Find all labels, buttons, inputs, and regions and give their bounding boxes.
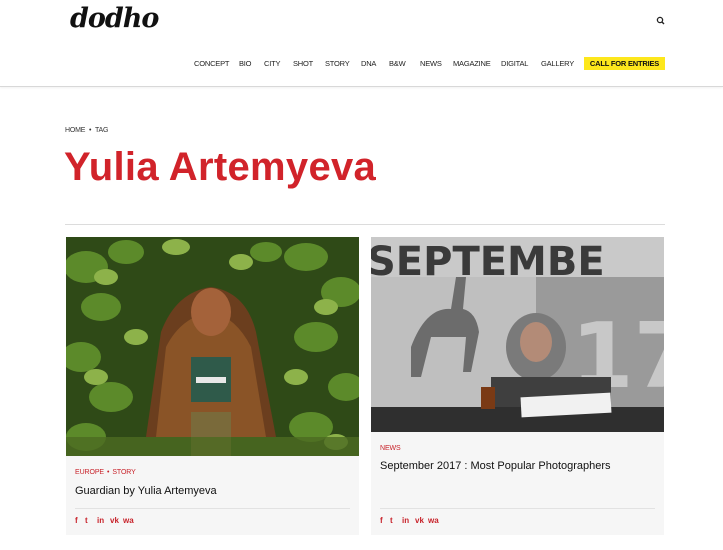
site-header: dodho CONCEPT BIO CITY SHOT STORY DNA B&… bbox=[0, 0, 723, 87]
nav-item-news[interactable]: NEWS bbox=[420, 58, 442, 70]
linkedin-icon[interactable]: in bbox=[402, 516, 409, 526]
post-title[interactable]: Guardian by Yulia Artemyeva bbox=[75, 485, 217, 497]
page-title: Yulia Artemyeva bbox=[64, 145, 377, 189]
nav-item-magazine[interactable]: MAGAZINE bbox=[453, 58, 491, 70]
post-categories: NEWS bbox=[380, 445, 401, 452]
nav-item-shot[interactable]: SHOT bbox=[293, 58, 313, 70]
breadcrumb: HOME • TAG bbox=[65, 127, 108, 134]
category-separator: • bbox=[106, 469, 110, 476]
whatsapp-icon[interactable]: wa bbox=[123, 516, 134, 526]
facebook-icon[interactable]: f bbox=[380, 516, 383, 526]
nav-item-bw[interactable]: B&W bbox=[389, 58, 406, 70]
twitter-icon[interactable]: t bbox=[85, 516, 88, 526]
nav-item-concept[interactable]: CONCEPT bbox=[194, 58, 229, 70]
title-divider bbox=[65, 224, 665, 225]
post-categories: EUROPE • STORY bbox=[75, 469, 136, 476]
breadcrumb-current: TAG bbox=[94, 127, 109, 134]
vk-icon[interactable]: vk bbox=[110, 516, 119, 526]
category-link[interactable]: STORY bbox=[112, 469, 135, 476]
nav-item-dna[interactable]: DNA bbox=[361, 58, 376, 70]
site-logo[interactable]: dodho bbox=[70, 3, 159, 34]
breadcrumb-separator: • bbox=[88, 127, 92, 134]
post-card: SEPTEMBE 17 NEWS September 2017 : Most P… bbox=[371, 237, 664, 535]
card-divider bbox=[75, 508, 350, 509]
search-icon[interactable] bbox=[654, 14, 668, 28]
breadcrumb-home[interactable]: HOME bbox=[65, 127, 85, 134]
nav-item-digital[interactable]: DIGITAL bbox=[501, 58, 528, 70]
category-link[interactable]: NEWS bbox=[380, 445, 401, 452]
category-link[interactable]: EUROPE bbox=[75, 469, 104, 476]
nav-item-bio[interactable]: BIO bbox=[239, 58, 252, 70]
card-divider bbox=[380, 508, 655, 509]
vk-icon[interactable]: vk bbox=[415, 516, 424, 526]
post-card: EUROPE • STORY Guardian by Yulia Artemyeva… bbox=[66, 237, 359, 535]
post-image[interactable] bbox=[66, 237, 359, 456]
twitter-icon[interactable]: t bbox=[390, 516, 393, 526]
call-for-entries-button[interactable]: CALL FOR ENTRIES bbox=[584, 57, 665, 70]
whatsapp-icon[interactable]: wa bbox=[428, 516, 439, 526]
nav-item-city[interactable]: CITY bbox=[264, 58, 281, 70]
facebook-icon[interactable]: f bbox=[75, 516, 78, 526]
post-image[interactable]: SEPTEMBE 17 bbox=[371, 237, 664, 432]
post-title[interactable]: September 2017 : Most Popular Photograph… bbox=[380, 460, 611, 472]
nav-item-story[interactable]: STORY bbox=[325, 58, 350, 70]
nav-item-gallery[interactable]: GALLERY bbox=[541, 58, 574, 70]
linkedin-icon[interactable]: in bbox=[97, 516, 104, 526]
